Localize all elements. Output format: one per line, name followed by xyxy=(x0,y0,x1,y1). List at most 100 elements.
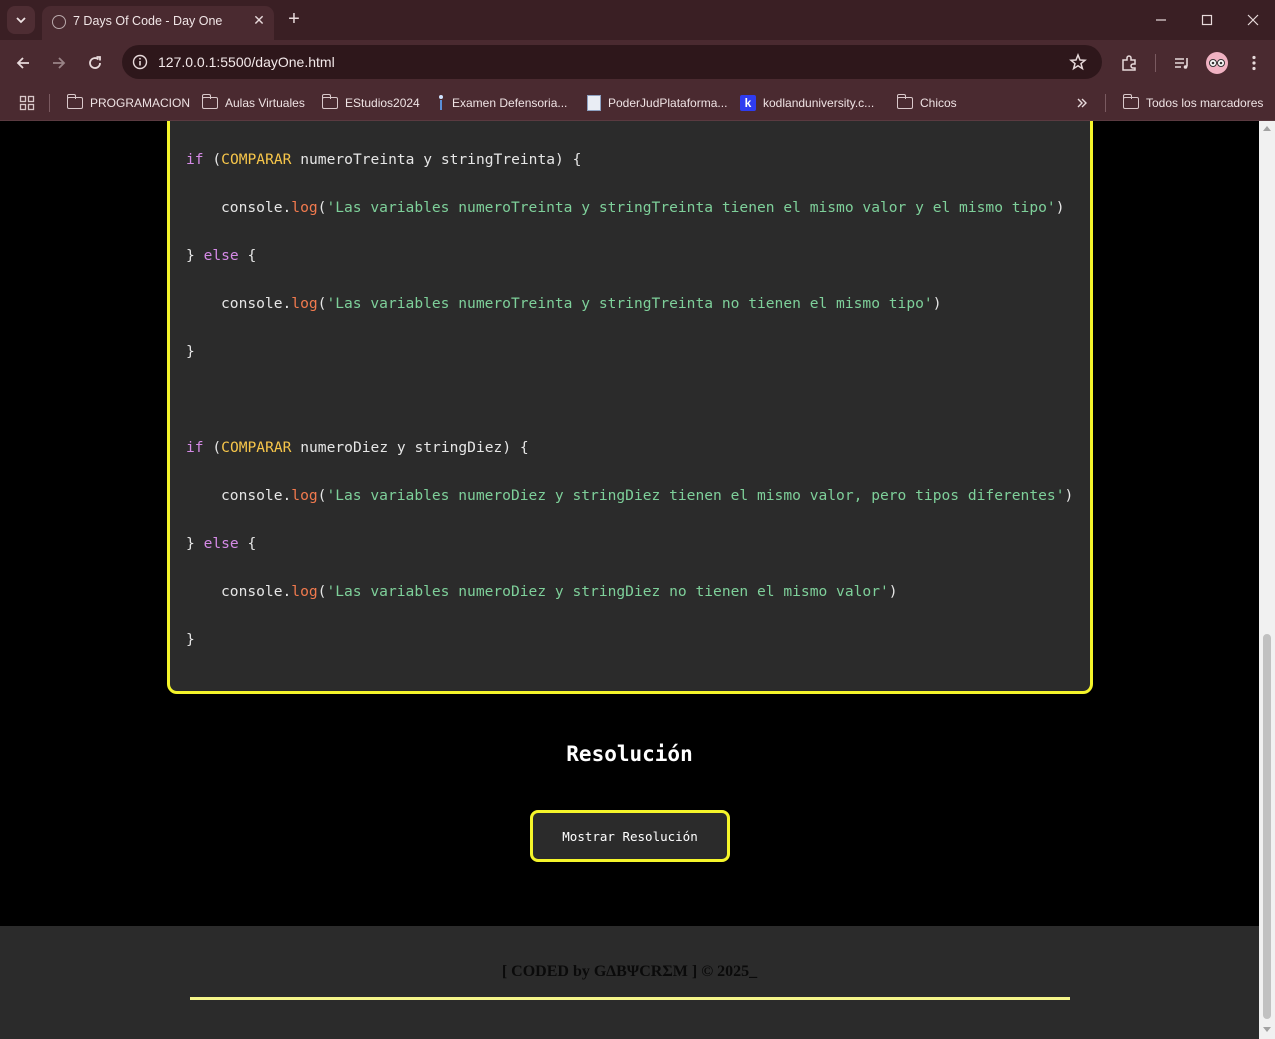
bookmark-label: kodlanduniversity.c... xyxy=(763,96,875,110)
bookmark-label: PoderJudPlataforma... xyxy=(608,96,728,110)
forward-button[interactable] xyxy=(47,51,71,75)
toolbar-divider xyxy=(1155,54,1156,72)
function-token: log xyxy=(291,295,318,312)
all-bookmarks-label: Todos los marcadores xyxy=(1146,96,1264,110)
code-text: numeroDiez y stringDiez) { xyxy=(291,439,529,456)
folder-icon xyxy=(201,94,218,109)
new-tab-button[interactable]: + xyxy=(283,8,305,30)
string-token: 'Las variables numeroDiez y stringDiez n… xyxy=(326,583,889,600)
bookmark-poderjud[interactable]: PoderJudPlataforma... xyxy=(587,93,727,113)
code-line-if-1: if (COMPARAR numeroTreinta y stringTrein… xyxy=(186,151,581,168)
scroll-up-icon[interactable] xyxy=(1263,126,1271,131)
code-text: ) xyxy=(1064,487,1074,504)
more-bookmarks-button[interactable] xyxy=(1076,93,1088,113)
active-tab[interactable]: 7 Days Of Code - Day One ✕ xyxy=(42,6,274,40)
page-footer: [ CODED by G∆BΨCRΣM ] © 2025_ xyxy=(0,926,1259,1039)
bookmark-label: Aulas Virtuales xyxy=(225,96,305,110)
folder-icon xyxy=(66,94,83,109)
code-text: console. xyxy=(221,295,292,312)
bookmarks-divider xyxy=(1105,94,1106,112)
chevron-double-right-icon xyxy=(1077,98,1087,108)
footer-credit: [ CODED by G∆BΨCRΣM ] © 2025_ xyxy=(501,963,758,980)
bookmark-label: Chicos xyxy=(920,96,957,110)
profile-avatar[interactable] xyxy=(1206,52,1228,74)
string-token: 'Las variables numeroDiez y stringDiez t… xyxy=(326,487,1065,504)
code-line-log-4: console.log('Las variables numeroDiez y … xyxy=(221,583,898,600)
back-button[interactable] xyxy=(11,51,35,75)
footer-underline xyxy=(190,997,1070,1000)
compare-token: COMPARAR xyxy=(221,151,292,168)
code-text: } xyxy=(186,535,204,552)
string-token: 'Las variables numeroTreinta y stringTre… xyxy=(326,295,933,312)
code-text: ( xyxy=(203,439,222,456)
pin-icon xyxy=(437,95,445,111)
site-info-icon[interactable] xyxy=(130,52,150,72)
code-text: ( xyxy=(203,151,222,168)
code-block: if (COMPARAR numeroTreinta y stringTrein… xyxy=(167,121,1093,694)
close-tab-icon[interactable]: ✕ xyxy=(250,11,268,29)
code-text: console. xyxy=(221,487,292,504)
page-scrollbar[interactable] xyxy=(1259,121,1275,1039)
function-token: log xyxy=(291,487,318,504)
scroll-down-icon[interactable] xyxy=(1263,1027,1271,1032)
code-text: ) xyxy=(932,295,942,312)
globe-icon xyxy=(52,15,66,29)
apps-grid-icon xyxy=(19,95,35,111)
code-line-log-2: console.log('Las variables numeroTreinta… xyxy=(221,295,942,312)
code-line-else-2: } else { xyxy=(186,535,256,552)
close-window-button[interactable] xyxy=(1238,6,1268,34)
bookmarks-bar: PROGRAMACION Aulas Virtuales EStudios202… xyxy=(0,85,1275,121)
code-line-if-2: if (COMPARAR numeroDiez y stringDiez) { xyxy=(186,439,529,456)
bookmark-examen-defensoria[interactable]: Examen Defensoria... xyxy=(437,93,567,113)
bookmark-aulas-virtuales[interactable]: Aulas Virtuales xyxy=(201,93,305,113)
code-text: { xyxy=(238,535,257,552)
code-text: console. xyxy=(221,199,292,216)
code-text: ) xyxy=(1055,199,1065,216)
menu-button[interactable] xyxy=(1242,51,1266,75)
tab-strip: 7 Days Of Code - Day One ✕ + xyxy=(0,0,1275,40)
browser-toolbar: 127.0.0.1:5500/dayOne.html xyxy=(0,40,1275,85)
folder-icon xyxy=(896,94,913,109)
code-line-log-1: console.log('Las variables numeroTreinta… xyxy=(221,199,1065,216)
minimize-button[interactable] xyxy=(1146,6,1176,34)
bookmark-label: PROGRAMACION xyxy=(90,96,191,110)
code-text: ) xyxy=(888,583,898,600)
scroll-thumb[interactable] xyxy=(1263,634,1271,1019)
apps-button[interactable] xyxy=(19,93,35,113)
function-token: log xyxy=(291,199,318,216)
code-text: numeroTreinta y stringTreinta) { xyxy=(291,151,582,168)
show-resolution-button[interactable]: Mostrar Resolución xyxy=(530,810,730,862)
code-text: console. xyxy=(221,583,292,600)
reload-button[interactable] xyxy=(83,51,107,75)
folder-icon xyxy=(1122,94,1139,109)
url-text[interactable]: 127.0.0.1:5500/dayOne.html xyxy=(158,54,335,70)
code-line-log-3: console.log('Las variables numeroDiez y … xyxy=(221,487,1073,504)
page-viewport: if (COMPARAR numeroTreinta y stringTrein… xyxy=(0,121,1259,1039)
code-line-close-1: } xyxy=(186,343,195,360)
media-controls-icon[interactable] xyxy=(1170,51,1194,75)
address-bar[interactable]: 127.0.0.1:5500/dayOne.html xyxy=(122,45,1102,79)
folder-icon xyxy=(321,94,338,109)
bookmark-star-icon[interactable] xyxy=(1068,52,1088,72)
maximize-icon xyxy=(1201,14,1213,26)
function-token: log xyxy=(291,583,318,600)
bookmark-estudios2024[interactable]: EStudios2024 xyxy=(321,93,420,113)
avatar-icon xyxy=(1209,59,1225,67)
tab-search-button[interactable] xyxy=(7,6,35,34)
kodland-icon: k xyxy=(740,95,756,111)
arrow-left-icon xyxy=(16,57,29,69)
code-text: { xyxy=(238,247,257,264)
extensions-icon[interactable] xyxy=(1117,51,1141,75)
chevron-down-icon xyxy=(16,17,26,24)
bookmark-kodland[interactable]: k kodlanduniversity.c... xyxy=(740,93,874,113)
keyword: if xyxy=(186,439,204,456)
resolution-title: Resolución xyxy=(566,742,693,766)
keyword: else xyxy=(203,247,239,264)
all-bookmarks-button[interactable]: Todos los marcadores xyxy=(1122,93,1264,113)
keyword: if xyxy=(186,151,204,168)
maximize-button[interactable] xyxy=(1192,6,1222,34)
bookmark-programacion[interactable]: PROGRAMACION xyxy=(66,93,191,113)
bookmark-label: Examen Defensoria... xyxy=(452,96,568,110)
bookmark-chicos[interactable]: Chicos xyxy=(896,93,957,113)
code-text: } xyxy=(186,247,204,264)
